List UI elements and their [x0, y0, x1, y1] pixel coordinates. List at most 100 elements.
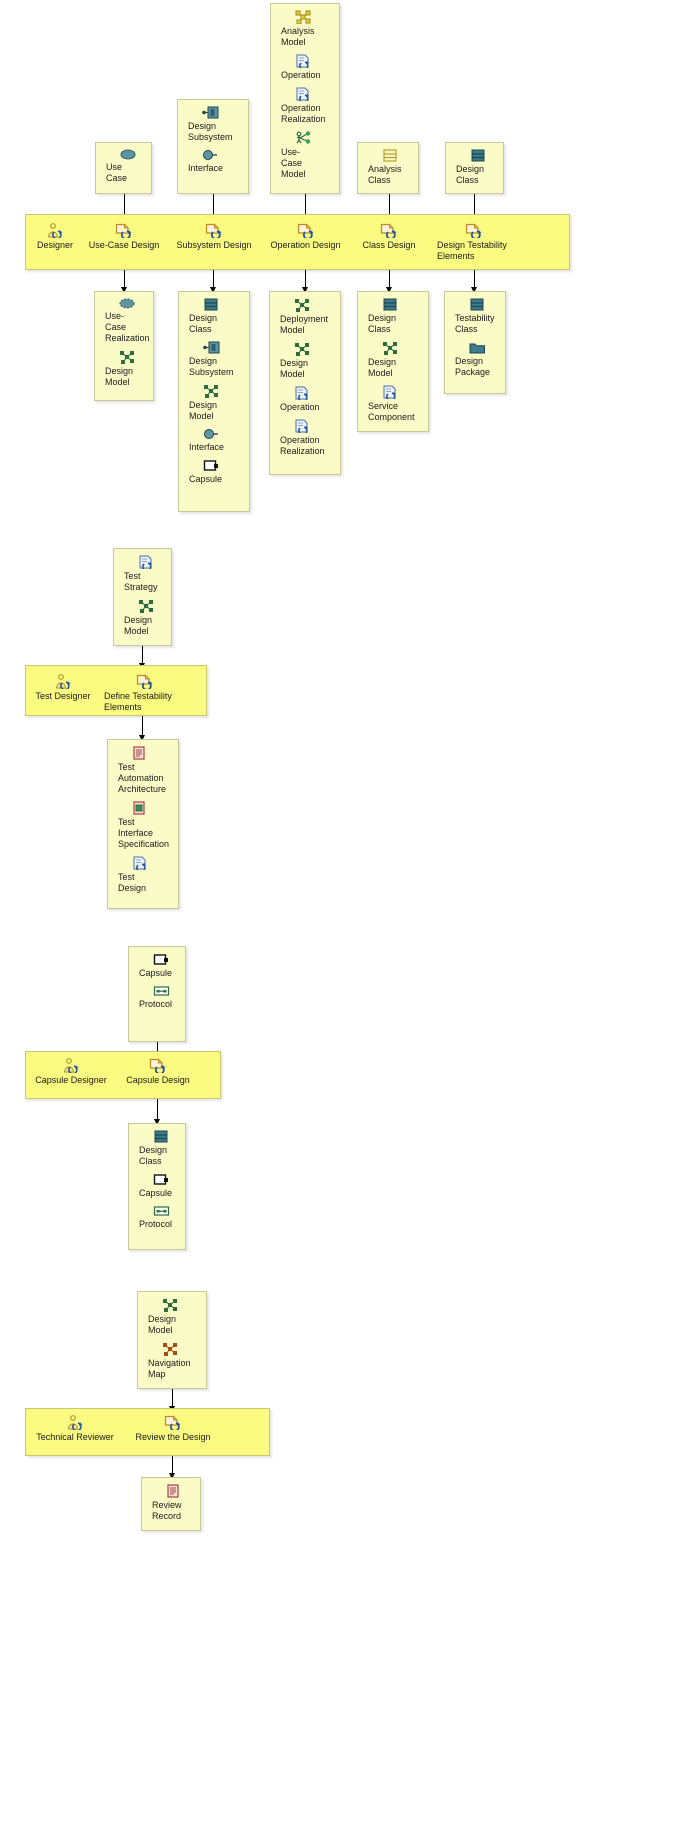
artifact-item: Test Design — [112, 856, 174, 894]
artifact-box-subsystem-outputs[interactable]: Design Class Design Subsystem Design Mod… — [178, 291, 250, 512]
activity-operation-design[interactable]: Operation Design — [266, 223, 345, 251]
use-case-model-icon — [295, 131, 311, 145]
design-class-icon — [382, 298, 398, 311]
role-capsule-designer[interactable]: Capsule Designer — [28, 1058, 114, 1086]
artifact-label: Protocol — [139, 1219, 173, 1229]
artifact-box-review-record[interactable]: Review Record — [141, 1477, 201, 1531]
test-interface-icon — [132, 801, 146, 815]
role-technical-reviewer[interactable]: Technical Reviewer — [27, 1415, 123, 1443]
artifact-item: Capsule — [133, 1173, 181, 1199]
design-model-icon — [119, 350, 135, 364]
activity-icon — [465, 223, 483, 240]
capsule-icon — [203, 459, 220, 472]
artifact-item: Operation — [275, 54, 335, 81]
artifact-item: Design Model — [142, 1298, 202, 1336]
activity-define-testability-elements[interactable]: Define Testability Elements — [104, 674, 199, 713]
artifact-item: Use- Case Realization — [99, 298, 150, 344]
artifact-item: Design Model — [362, 341, 424, 379]
artifact-item: Design Class — [450, 149, 499, 186]
artifact-label: Design Class — [368, 313, 397, 334]
interface-icon — [203, 428, 220, 440]
connector-arrow — [169, 1456, 175, 1479]
activity-label: Define Testability Elements — [104, 691, 172, 712]
artifact-label: Use Case — [106, 162, 128, 183]
operation-icon — [294, 386, 310, 403]
artifact-box-capsule-outputs[interactable]: Design Class Capsule Protocol — [128, 1123, 186, 1250]
operation-icon — [295, 54, 311, 71]
design-model-icon — [138, 599, 154, 613]
artifact-box-use-case[interactable]: Use Case — [95, 142, 152, 194]
document-icon — [132, 746, 146, 760]
artifact-label: Design Model — [280, 358, 309, 379]
activity-icon — [380, 223, 398, 240]
artifact-label: Service Component — [368, 401, 415, 422]
operation-realization-icon — [294, 419, 310, 436]
artifact-box-testability-outputs[interactable]: Testability Class Design Package — [444, 291, 506, 394]
artifact-label: Design Class — [189, 313, 218, 334]
artifact-box-class-outputs[interactable]: Design Class Design Model Service Compon… — [357, 291, 429, 432]
artifact-label: Design Class — [456, 164, 485, 185]
artifact-item: Design Class — [362, 298, 424, 335]
document-icon — [166, 1484, 180, 1498]
activity-subsystem-design[interactable]: Subsystem Design — [172, 223, 256, 251]
operation-realization-icon — [295, 87, 311, 104]
design-model-icon — [203, 384, 219, 398]
use-case-icon — [120, 149, 136, 160]
role-designer[interactable]: Designer — [30, 223, 80, 251]
artifact-item: Use Case — [100, 149, 147, 184]
role-icon — [62, 1058, 80, 1075]
artifact-item: Protocol — [133, 1205, 181, 1230]
capsule-icon — [153, 953, 170, 966]
artifact-box-review-inputs[interactable]: Design Model Navigation Map — [137, 1291, 207, 1389]
activity-use-case-design[interactable]: Use-Case Design — [85, 223, 163, 251]
design-model-icon — [294, 342, 310, 356]
artifact-box-analysis-class[interactable]: Analysis Class — [357, 142, 419, 194]
activity-label: Design Testability Elements — [437, 240, 507, 261]
artifact-box-capsule-inputs[interactable]: Capsule Protocol — [128, 946, 186, 1042]
capsule-icon — [153, 1173, 170, 1186]
artifact-label: Analysis Model — [281, 26, 315, 47]
connector-arrow — [210, 270, 216, 293]
activity-icon — [149, 1058, 167, 1075]
artifact-box-test-outputs[interactable]: Test Automation Architecture Test Interf… — [107, 739, 179, 909]
role-icon — [54, 674, 72, 691]
artifact-item: Operation Realization — [275, 87, 335, 125]
artifact-label: Design Subsystem — [188, 121, 233, 142]
design-subsystem-icon — [203, 341, 220, 354]
artifact-box-operation-inputs[interactable]: Analysis Model Operation Operation Reali… — [270, 3, 340, 194]
design-model-icon — [162, 1298, 178, 1312]
activity-label: Use-Case Design — [88, 240, 160, 250]
role-test-designer[interactable]: Test Designer — [28, 674, 98, 702]
role-label: Technical Reviewer — [36, 1432, 114, 1442]
activity-label: Class Design — [362, 240, 416, 250]
artifact-box-use-case-realization[interactable]: Use- Case Realization Design Model — [94, 291, 154, 401]
interface-icon — [202, 149, 219, 161]
activity-icon — [205, 223, 223, 240]
protocol-icon — [153, 985, 170, 997]
artifact-box-operation-outputs[interactable]: Deployment Model Design Model Operation … — [269, 291, 341, 475]
activity-icon — [297, 223, 315, 240]
artifact-label: Test Strategy — [124, 571, 158, 592]
artifact-label: Capsule — [139, 1188, 173, 1198]
artifact-item: Test Strategy — [118, 555, 167, 593]
activity-class-design[interactable]: Class Design — [356, 223, 422, 251]
deployment-model-icon — [294, 298, 310, 312]
activity-capsule-design[interactable]: Capsule Design — [120, 1058, 196, 1086]
artifact-label: Design Subsystem — [189, 356, 234, 377]
artifact-item: Design Class — [183, 298, 245, 335]
artifact-label: Test Interface Specification — [118, 817, 170, 849]
activity-design-testability-elements[interactable]: Design Testability Elements — [437, 223, 527, 262]
artifact-box-design-class-input[interactable]: Design Class — [445, 142, 504, 194]
activity-label: Operation Design — [270, 240, 341, 250]
artifact-item: Review Record — [146, 1484, 196, 1522]
service-component-icon — [382, 385, 398, 402]
artifact-box-design-subsystem[interactable]: Design Subsystem Interface — [177, 99, 249, 194]
artifact-label: Capsule — [139, 968, 173, 978]
artifact-item: Testability Class — [449, 298, 501, 335]
artifact-label: Design Class — [139, 1145, 168, 1166]
artifact-box-test-strategy[interactable]: Test Strategy Design Model — [113, 548, 172, 646]
activity-review-the-design[interactable]: Review the Design — [131, 1415, 215, 1443]
artifact-label: Design Model — [148, 1314, 177, 1335]
artifact-label: Test Design — [118, 872, 147, 893]
artifact-label: Design Package — [455, 356, 491, 377]
